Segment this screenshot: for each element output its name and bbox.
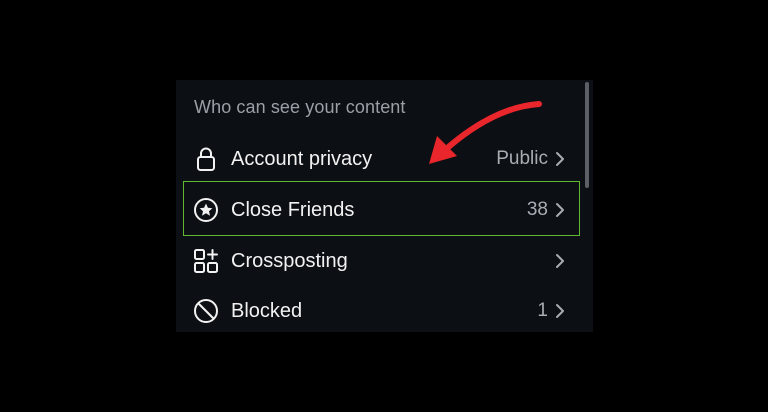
crossposting-label: Crossposting bbox=[231, 249, 348, 272]
chevron-right-icon bbox=[552, 149, 568, 169]
star-circle-icon bbox=[192, 196, 220, 224]
settings-panel: Who can see your content Account privacy… bbox=[176, 80, 593, 332]
lock-icon bbox=[192, 145, 220, 173]
account-privacy-label: Account privacy bbox=[231, 147, 373, 170]
blocked-icon bbox=[192, 297, 220, 325]
close-friends-row[interactable]: Close Friends 38 bbox=[176, 184, 586, 236]
blocked-label: Blocked bbox=[231, 299, 303, 322]
screenshot-stage: Who can see your content Account privacy… bbox=[0, 0, 768, 412]
account-privacy-row[interactable]: Account privacy Public bbox=[176, 133, 586, 185]
chevron-right-icon bbox=[552, 301, 568, 321]
grid-add-icon bbox=[192, 247, 220, 275]
section-header: Who can see your content bbox=[194, 97, 406, 117]
chevron-right-icon bbox=[552, 200, 568, 220]
scrollbar[interactable] bbox=[585, 82, 589, 188]
chevron-right-icon bbox=[552, 251, 568, 271]
blocked-row[interactable]: Blocked 1 bbox=[176, 285, 586, 332]
crossposting-row[interactable]: Crossposting bbox=[176, 235, 586, 287]
account-privacy-value: Public bbox=[496, 148, 548, 169]
blocked-count: 1 bbox=[537, 300, 548, 321]
close-friends-label: Close Friends bbox=[231, 198, 355, 221]
close-friends-count: 38 bbox=[526, 199, 548, 220]
